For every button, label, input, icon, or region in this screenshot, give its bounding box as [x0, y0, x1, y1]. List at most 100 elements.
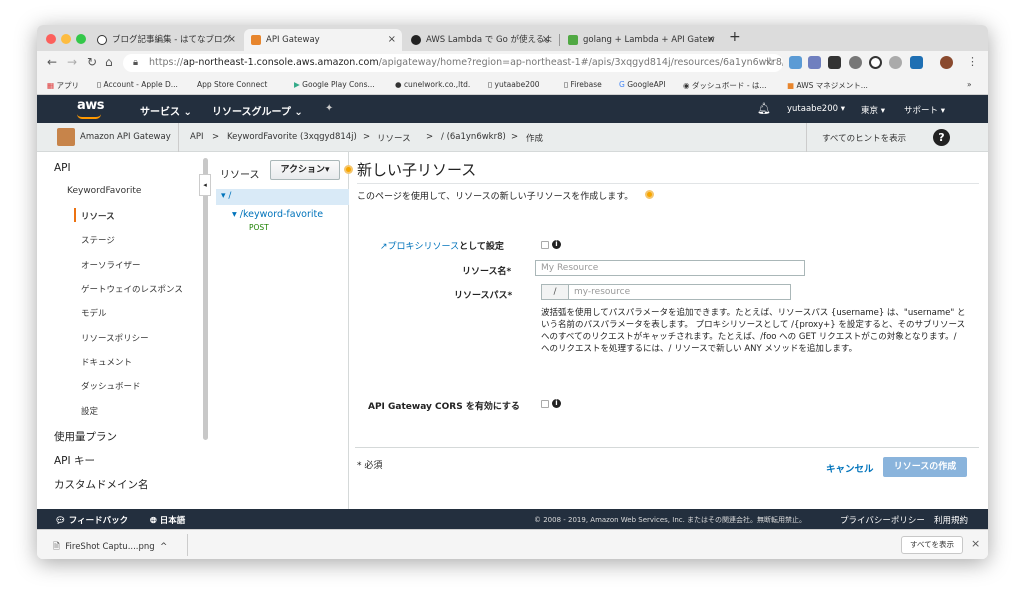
- sidebar-item-gateway-responses[interactable]: ゲートウェイのレスポンス: [81, 283, 183, 295]
- profile-avatar[interactable]: [940, 56, 953, 69]
- support-menu[interactable]: サポート ▾: [904, 104, 945, 116]
- breadcrumb-resources[interactable]: リソース: [377, 132, 411, 144]
- show-all-hints-link[interactable]: すべてのヒントを表示: [822, 132, 906, 144]
- sidebar-item-models[interactable]: モデル: [81, 307, 107, 319]
- proxy-resource-link[interactable]: ↗プロキシリソースとして設定: [380, 239, 504, 252]
- home-icon[interactable]: ⌂: [105, 55, 113, 69]
- url-input[interactable]: 🔒︎ https://ap-northeast-1.console.aws.am…: [123, 54, 783, 72]
- aws-logo[interactable]: aws: [77, 98, 105, 113]
- breadcrumb-api-name[interactable]: KeywordFavorite (3xqgyd814j): [227, 132, 357, 142]
- sidebar-item-resource-policy[interactable]: リソースポリシー: [81, 332, 149, 344]
- adblock-icon[interactable]: [828, 56, 841, 69]
- sidebar-item-authorizers[interactable]: オーソライザー: [81, 259, 141, 271]
- help-icon[interactable]: ?: [933, 129, 950, 146]
- proxy-resource-checkbox[interactable]: [541, 241, 549, 249]
- sidebar-custom-domains[interactable]: カスタムドメイン名: [54, 477, 149, 492]
- tree-item-keyword-favorite[interactable]: ▾ /keyword-favorite: [232, 209, 323, 220]
- pin-icon[interactable]: ✦: [325, 103, 333, 114]
- show-all-downloads-button[interactable]: すべてを表示: [901, 536, 963, 554]
- forward-arrow-icon[interactable]: →: [67, 55, 77, 69]
- close-tab-icon[interactable]: ×: [542, 29, 550, 51]
- bookmark-label: Google Play Cons...: [302, 80, 375, 89]
- sidebar-api[interactable]: API: [54, 162, 71, 174]
- new-tab-button[interactable]: +: [729, 29, 741, 45]
- bookmark-apple-account[interactable]: ▯ Account - Apple D...: [97, 80, 178, 89]
- sidebar-item-resources[interactable]: リソース: [81, 210, 115, 222]
- create-resource-button[interactable]: リソースの作成: [883, 457, 967, 477]
- resource-path-label: リソースパス*: [454, 291, 513, 301]
- reload-icon[interactable]: ↻: [87, 55, 97, 69]
- resource-path-input[interactable]: my-resource: [568, 284, 791, 300]
- method-post[interactable]: POST: [249, 223, 269, 232]
- hint-marker-icon[interactable]: [344, 165, 353, 174]
- close-tab-icon[interactable]: ×: [707, 29, 715, 51]
- tab-golang-lambda[interactable]: golang + Lambda + API Gatew ×: [561, 29, 721, 51]
- sidebar-api-keys[interactable]: API キー: [54, 453, 95, 468]
- bookmark-firebase[interactable]: ▯ Firebase: [564, 80, 602, 89]
- services-menu[interactable]: サービス ⌄: [140, 103, 192, 118]
- collapse-sidebar-button[interactable]: ◂: [199, 174, 211, 196]
- extension-icon-4[interactable]: [849, 56, 862, 69]
- chevron-up-icon[interactable]: ^: [160, 542, 167, 552]
- actions-button[interactable]: アクション▾: [270, 160, 340, 180]
- bookmark-yutaabe200[interactable]: ▯ yutaabe200: [488, 80, 540, 89]
- bell-icon[interactable]: 🔔︎: [757, 102, 771, 115]
- sidebar-item-documentation[interactable]: ドキュメント: [81, 356, 132, 368]
- maximize-window-button[interactable]: [76, 34, 86, 44]
- language-link[interactable]: 🌐︎ 日本語: [150, 514, 185, 526]
- sidebar-item-stages[interactable]: ステージ: [81, 234, 115, 246]
- sidebar-api-name[interactable]: KeywordFavorite: [67, 186, 141, 196]
- sidebar-scrollbar[interactable]: [203, 158, 208, 440]
- terms-link[interactable]: 利用規約: [934, 514, 968, 526]
- bookmark-label: yutaabe200: [494, 80, 540, 89]
- privacy-policy-link[interactable]: プライバシーポリシー: [840, 514, 925, 526]
- breadcrumb-api[interactable]: API: [190, 132, 203, 142]
- close-tab-icon[interactable]: ×: [228, 29, 236, 51]
- breadcrumb-service[interactable]: Amazon API Gateway: [80, 132, 171, 142]
- cancel-button[interactable]: キャンセル: [826, 461, 874, 475]
- region-menu[interactable]: 東京 ▾: [861, 104, 885, 116]
- close-download-bar-icon[interactable]: ×: [971, 537, 980, 550]
- extension-icon-7[interactable]: [910, 56, 923, 69]
- extension-icon-2[interactable]: [808, 56, 821, 69]
- back-arrow-icon[interactable]: ←: [47, 55, 57, 69]
- account-menu[interactable]: yutaabe200 ▾: [787, 104, 845, 114]
- tab-hatena[interactable]: ブログ記事編集 - はてなブログ ×: [90, 29, 242, 51]
- bookmark-label: Firebase: [570, 80, 602, 89]
- tab-label: API Gateway: [266, 35, 320, 45]
- bookmarks-overflow-button[interactable]: »: [967, 80, 972, 89]
- tree-item-root[interactable]: ▾ /: [216, 189, 349, 205]
- feedback-link[interactable]: 💬︎ フィードバック: [55, 514, 128, 526]
- resource-path-prefix: /: [541, 284, 568, 300]
- breadcrumb-resource[interactable]: / (6a1yn6wkr8): [441, 132, 506, 142]
- bookmark-google-play[interactable]: ▶ Google Play Cons...: [294, 80, 375, 89]
- close-window-button[interactable]: [46, 34, 56, 44]
- star-icon[interactable]: ☆: [765, 55, 775, 68]
- extension-icon-1[interactable]: [789, 56, 802, 69]
- close-tab-icon[interactable]: ×: [388, 29, 396, 51]
- minimize-window-button[interactable]: [61, 34, 71, 44]
- download-item[interactable]: 🗎︎ FireShot Captu....png ^: [53, 541, 167, 555]
- tab-lambda-go[interactable]: AWS Lambda で Go が使えるよ ×: [404, 29, 556, 51]
- info-icon[interactable]: i: [552, 240, 561, 249]
- resource-name-input[interactable]: My Resource: [535, 260, 805, 276]
- breadcrumb-separator: >: [363, 132, 371, 142]
- bookmark-cunelwork[interactable]: ● cunelwork.co.,ltd.: [395, 80, 470, 89]
- hint-marker-icon[interactable]: [645, 190, 654, 199]
- tab-api-gateway[interactable]: API Gateway ×: [244, 29, 402, 51]
- sidebar-item-settings[interactable]: 設定: [81, 405, 98, 417]
- extension-icon-6[interactable]: [889, 56, 902, 69]
- info-icon[interactable]: i: [552, 399, 561, 408]
- sidebar-item-dashboard[interactable]: ダッシュボード: [81, 380, 141, 392]
- sidebar-usage-plans[interactable]: 使用量プラン: [54, 429, 117, 444]
- bookmark-hatena-dashboard[interactable]: ◉ ダッシュボード - は...: [683, 80, 767, 91]
- hatena-icon: [97, 35, 107, 45]
- cors-checkbox[interactable]: [541, 400, 549, 408]
- resource-groups-menu[interactable]: リソースグループ ⌄: [212, 103, 303, 118]
- extension-icon-5[interactable]: [869, 56, 882, 69]
- bookmark-apps[interactable]: ▦ アプリ: [47, 80, 79, 91]
- bookmark-aws-console[interactable]: ■ AWS マネジメント...: [787, 80, 868, 91]
- menu-kebab-icon[interactable]: ⋮: [967, 55, 978, 68]
- bookmark-googleapi[interactable]: G GoogleAPI: [619, 80, 666, 89]
- bookmark-app-store-connect[interactable]: App Store Connect: [197, 80, 267, 89]
